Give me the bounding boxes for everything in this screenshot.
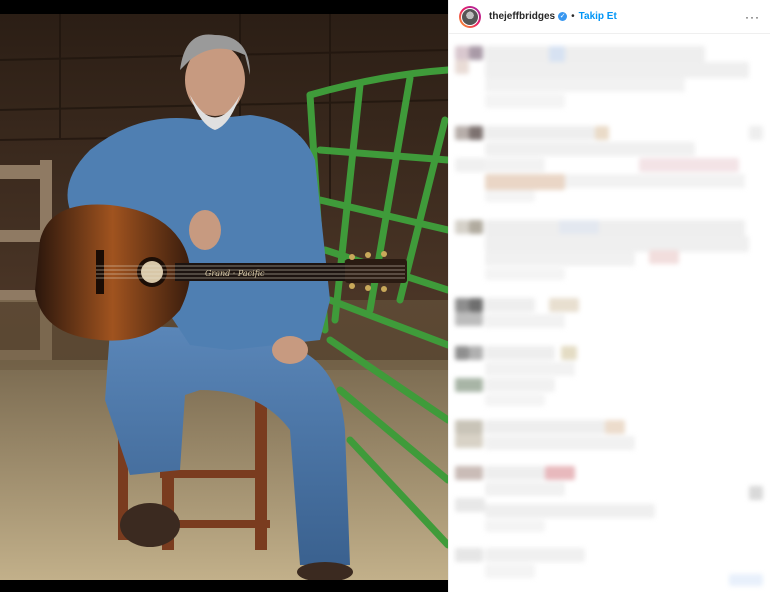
svg-text:Grand · Pacific: Grand · Pacific (205, 269, 265, 278)
separator-dot: • (571, 11, 575, 22)
avatar[interactable] (459, 5, 481, 28)
avatar-image (462, 8, 478, 25)
photo-image: Grand · Pacific (0, 0, 448, 592)
post-side-panel: thejeffbridges ✓ • Takip Et ··· (448, 0, 770, 592)
follow-button[interactable]: Takip Et (579, 11, 617, 22)
post-header: thejeffbridges ✓ • Takip Et ··· (449, 0, 770, 34)
comments-list (449, 34, 770, 592)
verified-icon: ✓ (558, 12, 568, 21)
username-link[interactable]: thejeffbridges (489, 11, 555, 22)
more-options-icon[interactable]: ··· (745, 10, 760, 24)
post-photo[interactable]: Grand · Pacific (0, 0, 448, 592)
